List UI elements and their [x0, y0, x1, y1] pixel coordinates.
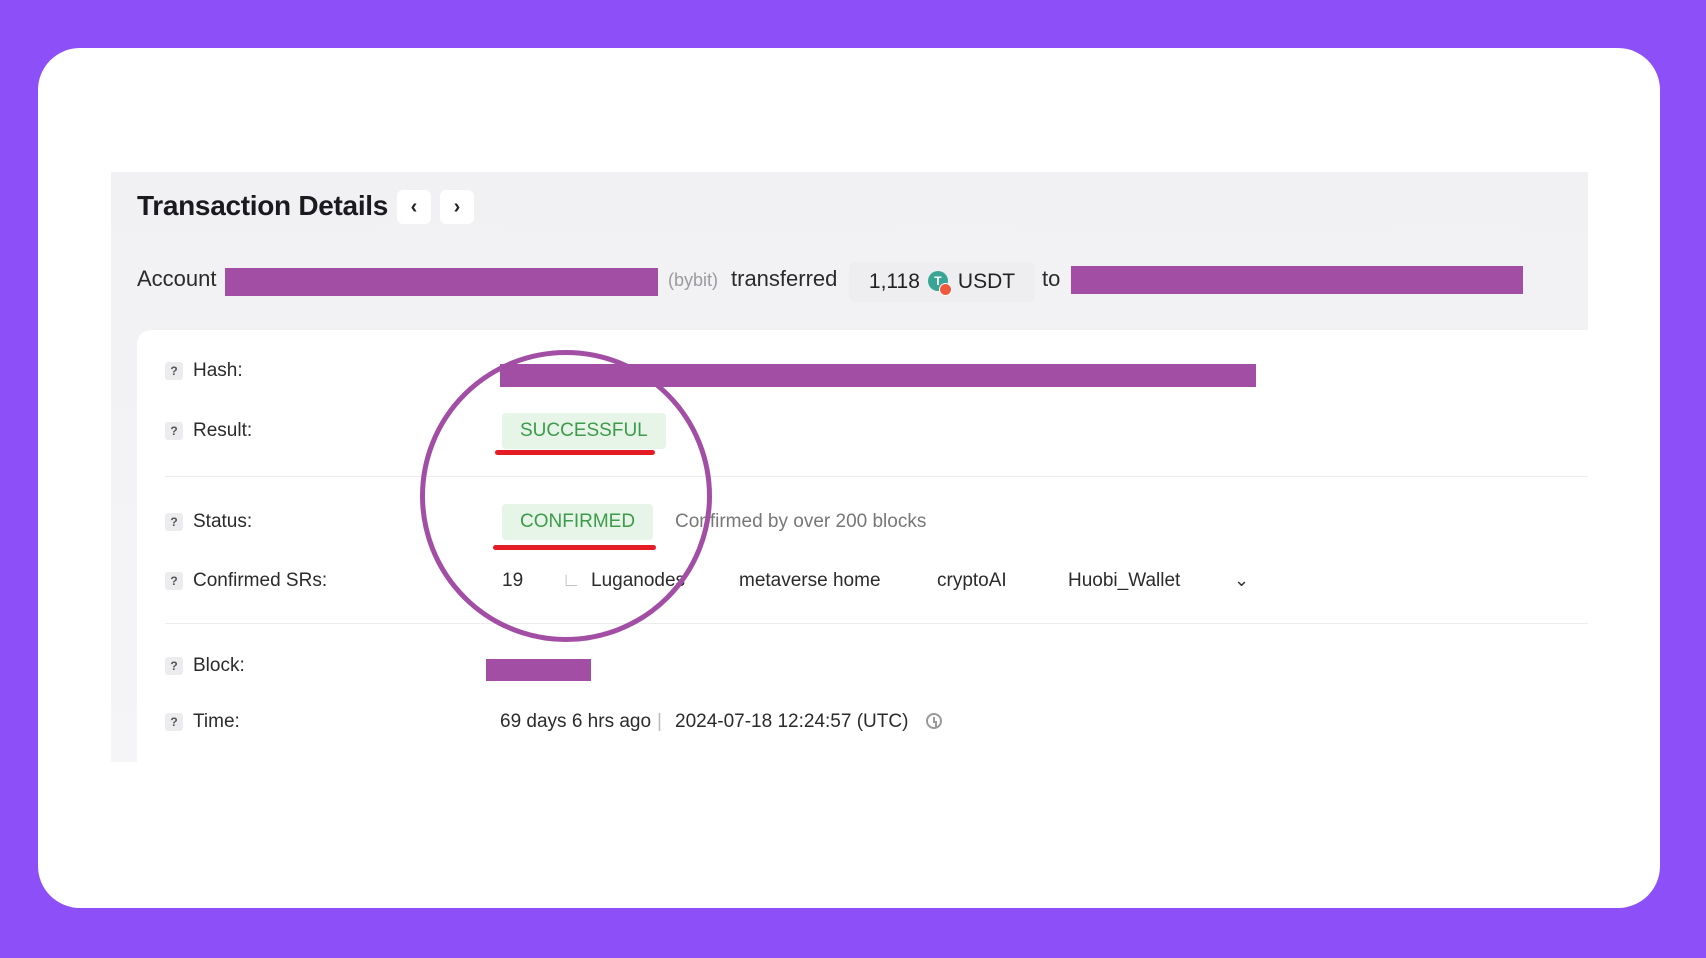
section-divider	[165, 623, 1588, 624]
details-panel	[137, 330, 1588, 762]
status-note: Confirmed by over 200 blocks	[675, 511, 927, 532]
prev-transaction-button[interactable]: ‹	[397, 190, 431, 224]
section-divider	[165, 476, 1588, 477]
next-transaction-button[interactable]: ›	[440, 190, 474, 224]
chevron-right-icon: ›	[453, 195, 461, 218]
help-icon[interactable]: ?	[165, 422, 183, 440]
status-row-label: ? Status:	[165, 511, 252, 533]
usdt-token-icon: T	[927, 271, 952, 296]
clock-icon[interactable]	[926, 713, 942, 729]
chevron-left-icon: ‹	[410, 195, 418, 218]
amount-pill[interactable]: 1,118 T USDT	[849, 262, 1035, 302]
confirmed-srs-row-label: ? Confirmed SRs:	[165, 570, 327, 592]
amount-value: 1,118	[868, 270, 920, 293]
highlight-circle-annotation	[420, 350, 712, 642]
account-label: Account	[137, 266, 217, 291]
hash-row-label: ? Hash:	[165, 360, 243, 382]
help-icon[interactable]: ?	[165, 513, 183, 531]
help-icon[interactable]: ?	[165, 657, 183, 675]
result-row-label: ? Result:	[165, 420, 252, 442]
time-utc: 2024-07-18 12:24:57 (UTC)	[675, 711, 909, 732]
page-title: Transaction Details	[137, 190, 389, 221]
help-icon[interactable]: ?	[165, 713, 183, 731]
token-symbol: USDT	[957, 270, 1016, 293]
time-separator: |	[657, 711, 662, 732]
redacted-from-address	[225, 268, 658, 296]
help-icon[interactable]: ?	[165, 572, 183, 590]
to-label: to	[1042, 266, 1061, 291]
time-ago: 69 days 6 hrs ago	[500, 711, 652, 732]
sr-item[interactable]: Huobi_Wallet	[1068, 570, 1180, 592]
sr-item[interactable]: metaverse home	[739, 570, 881, 592]
block-row-label: ? Block:	[165, 655, 245, 677]
sr-item[interactable]: cryptoAI	[937, 570, 1007, 592]
time-row-label: ? Time:	[165, 711, 240, 733]
exchange-tag: (bybit)	[668, 270, 719, 290]
help-icon[interactable]: ?	[165, 362, 183, 380]
redacted-to-address	[1071, 266, 1523, 294]
chevron-down-icon[interactable]: ⌄	[1234, 570, 1249, 591]
redacted-block	[486, 659, 591, 681]
transferred-label: transferred	[731, 266, 838, 291]
